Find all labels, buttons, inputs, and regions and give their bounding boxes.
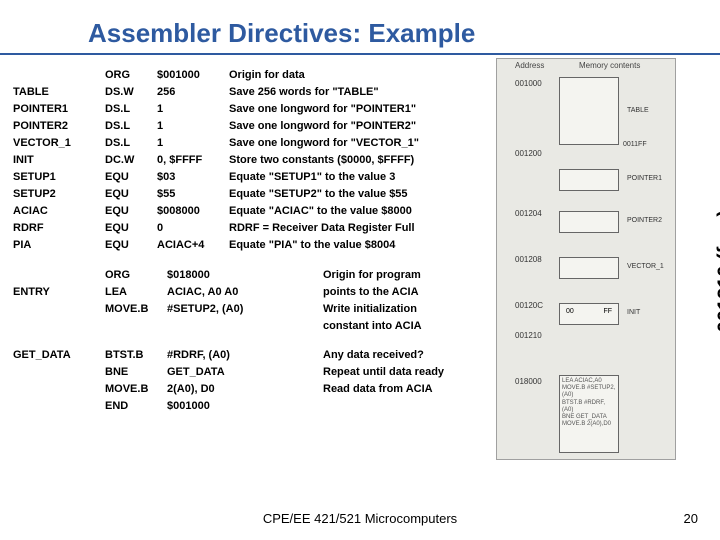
code-label (13, 301, 105, 318)
code-op: ORG (105, 267, 167, 284)
code-operand: 2(A0), D0 (167, 381, 323, 398)
code-operand: 256 (157, 84, 229, 101)
code-label: ACIAC (13, 203, 105, 220)
code-label: GET_DATA (13, 347, 105, 364)
memmap-addr: 001210 (515, 331, 542, 340)
code-label (13, 381, 105, 398)
code-operand: ACIAC+4 (157, 237, 229, 254)
code-label: RDRF (13, 220, 105, 237)
code-operand: $001000 (157, 67, 229, 84)
code-label: VECTOR_1 (13, 135, 105, 152)
code-line: LEA ACIAC,A0 (562, 378, 616, 385)
code-op: DS.L (105, 135, 157, 152)
memmap-addr: 001204 (515, 209, 542, 218)
code-line: BNE GET_DATA (562, 414, 616, 421)
code-op: EQU (105, 237, 157, 254)
init-val: 00 (566, 308, 574, 315)
code-op: DC.W (105, 152, 157, 169)
code-op: MOVE.B (105, 381, 167, 398)
code-operand: 1 (157, 118, 229, 135)
code-label: PIA (13, 237, 105, 254)
code-label: ENTRY (13, 284, 105, 301)
code-label (13, 267, 105, 284)
code-op: EQU (105, 169, 157, 186)
memmap-label: VECTOR_1 (627, 263, 664, 270)
side-annotation: 001210 (free) (714, 210, 720, 332)
code-op: EQU (105, 203, 157, 220)
code-op: ORG (105, 67, 157, 84)
memmap-label: TABLE (627, 107, 649, 114)
code-line: MOVE.B #SETUP2,(A0) (562, 385, 616, 399)
title-underline (0, 53, 720, 55)
memmap-addr: 0011FF (623, 141, 647, 148)
course-name: CPE/EE 421/521 Microcomputers (0, 511, 720, 526)
code-operand: ACIAC, A0 A0 (167, 284, 323, 301)
init-val: FF (603, 308, 612, 315)
slide-footer: CPE/EE 421/521 Microcomputers 20 (0, 511, 720, 526)
code-operand: 0, $FFFF (157, 152, 229, 169)
code-label: POINTER2 (13, 118, 105, 135)
code-label (13, 364, 105, 381)
memmap-addr: 001200 (515, 149, 542, 158)
page-number: 20 (684, 511, 698, 526)
code-op: DS.L (105, 101, 157, 118)
memmap-addr: 00120C (515, 301, 543, 310)
memmap-addr: 018000 (515, 377, 542, 386)
memmap-header-contents: Memory contents (579, 61, 640, 70)
code-label (13, 398, 105, 415)
code-operand: 1 (157, 101, 229, 118)
code-label: POINTER1 (13, 101, 105, 118)
memmap-addr: 001000 (515, 79, 542, 88)
code-label: TABLE (13, 84, 105, 101)
code-label: INIT (13, 152, 105, 169)
memmap-block-init: 00 FF (559, 303, 619, 325)
code-line: MOVE.B 2(A0),D0 (562, 421, 616, 428)
memmap-label: POINTER2 (627, 217, 662, 224)
memmap-block (559, 257, 619, 279)
memmap-label: POINTER1 (627, 175, 662, 182)
memmap-block (559, 211, 619, 233)
code-operand: #RDRF, (A0) (167, 347, 323, 364)
slide-title: Assembler Directives: Example (0, 0, 720, 59)
code-operand: $001000 (167, 398, 323, 415)
memmap-addr: 001208 (515, 255, 542, 264)
memory-map-figure: Address Memory contents 001000 001200 00… (496, 58, 676, 460)
code-op: EQU (105, 220, 157, 237)
code-operand: #SETUP2, (A0) (167, 301, 323, 318)
code-op: EQU (105, 186, 157, 203)
code-label (13, 318, 105, 335)
code-operand: GET_DATA (167, 364, 323, 381)
memmap-block (559, 169, 619, 191)
code-label: SETUP2 (13, 186, 105, 203)
code-op: END (105, 398, 167, 415)
code-operand (167, 318, 323, 335)
memmap-block-table (559, 77, 619, 145)
code-op: MOVE.B (105, 301, 167, 318)
code-operand: 1 (157, 135, 229, 152)
code-op (105, 318, 167, 335)
code-operand: $008000 (157, 203, 229, 220)
code-operand: $03 (157, 169, 229, 186)
code-op: DS.W (105, 84, 157, 101)
code-operand: $55 (157, 186, 229, 203)
code-op: LEA (105, 284, 167, 301)
memmap-header-address: Address (515, 61, 544, 70)
code-line: BTST.B #RDRF,(A0) (562, 400, 616, 414)
code-operand: 0 (157, 220, 229, 237)
code-label: SETUP1 (13, 169, 105, 186)
code-label (13, 67, 105, 84)
memmap-label: INIT (627, 309, 640, 316)
code-op: DS.L (105, 118, 157, 135)
code-op: BTST.B (105, 347, 167, 364)
code-operand: $018000 (167, 267, 323, 284)
memmap-code-block: LEA ACIAC,A0 MOVE.B #SETUP2,(A0) BTST.B … (559, 375, 619, 453)
code-op: BNE (105, 364, 167, 381)
